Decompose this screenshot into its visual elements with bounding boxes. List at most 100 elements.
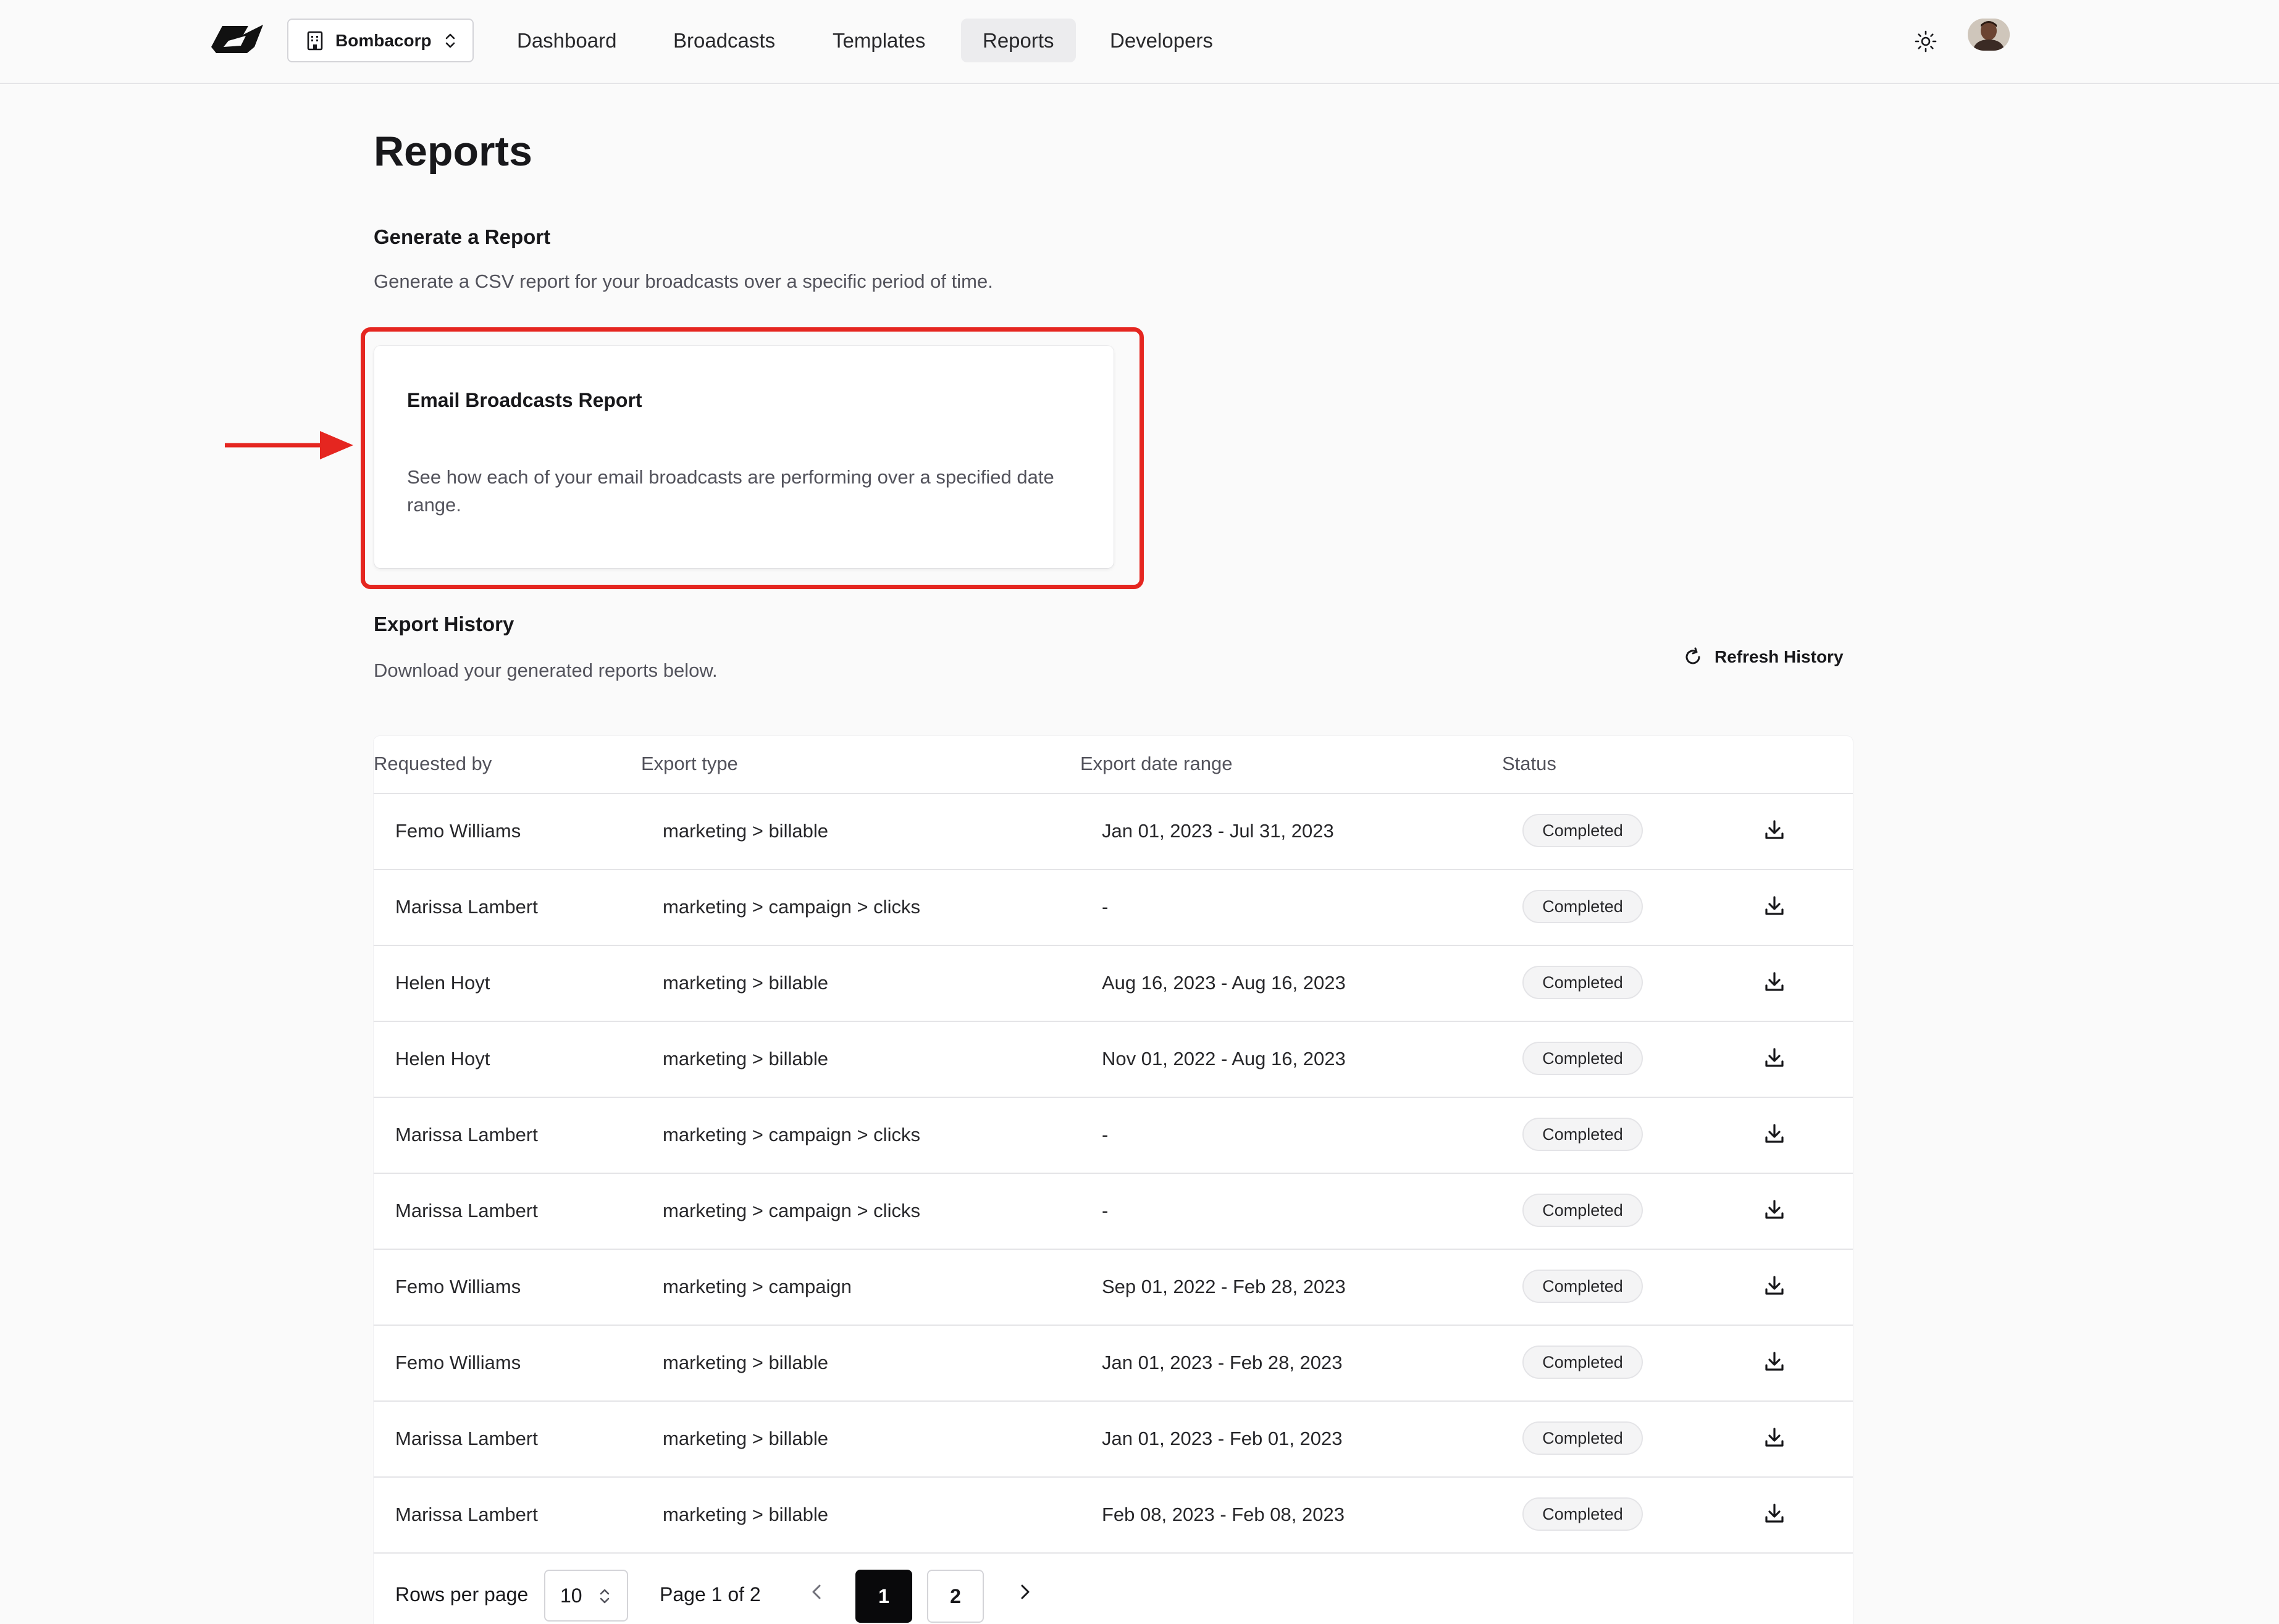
page-title: Reports xyxy=(374,128,532,175)
download-icon[interactable] xyxy=(1761,1196,1788,1223)
cell-export-type: marketing > billable xyxy=(663,1428,828,1449)
status-badge: Completed xyxy=(1522,1042,1643,1075)
sun-icon[interactable] xyxy=(1914,30,1937,53)
page-button-1[interactable]: 1 xyxy=(855,1570,912,1623)
header-requested-by: Requested by xyxy=(374,753,492,774)
status-badge: Completed xyxy=(1522,1270,1643,1303)
cell-export-date-range: - xyxy=(1102,1200,1109,1221)
cell-requested-by: Marissa Lambert xyxy=(395,1200,538,1221)
nav-broadcasts[interactable]: Broadcasts xyxy=(652,19,797,62)
building-icon xyxy=(307,31,323,50)
status-badge: Completed xyxy=(1522,1497,1643,1531)
cell-export-type: marketing > billable xyxy=(663,1504,828,1525)
cell-export-type: marketing > campaign > clicks xyxy=(663,1124,920,1145)
cell-export-date-range: Jan 01, 2023 - Feb 01, 2023 xyxy=(1102,1428,1343,1449)
annotation-highlight-box xyxy=(361,327,1144,589)
chevron-left-icon[interactable] xyxy=(806,1581,828,1603)
generate-report-description: Generate a CSV report for your broadcast… xyxy=(374,270,993,292)
cell-export-date-range: Feb 08, 2023 - Feb 08, 2023 xyxy=(1102,1504,1345,1525)
annotation-arrow xyxy=(225,431,353,459)
download-icon[interactable] xyxy=(1761,1272,1788,1299)
status-badge: Completed xyxy=(1522,966,1643,999)
chevron-right-icon[interactable] xyxy=(1014,1581,1036,1603)
download-icon[interactable] xyxy=(1761,892,1788,919)
table-header: Requested by Export type Export date ran… xyxy=(374,736,1853,794)
cell-requested-by: Helen Hoyt xyxy=(395,1048,490,1069)
header-status: Status xyxy=(1502,753,1556,774)
generate-report-title: Generate a Report xyxy=(374,225,551,248)
table-row: Marissa Lambert marketing > campaign > cl… xyxy=(374,1174,1853,1250)
cell-requested-by: Marissa Lambert xyxy=(395,1124,538,1145)
download-icon[interactable] xyxy=(1761,1120,1788,1147)
table-row: Marissa Lambert marketing > campaign > cl… xyxy=(374,870,1853,946)
cell-export-date-range: Nov 01, 2022 - Aug 16, 2023 xyxy=(1102,1048,1346,1069)
page-button-2[interactable]: 2 xyxy=(927,1570,984,1623)
chevron-updown-icon xyxy=(445,33,455,48)
download-icon[interactable] xyxy=(1761,1348,1788,1375)
cell-export-type: marketing > campaign > clicks xyxy=(663,1200,920,1221)
cell-requested-by: Femo Williams xyxy=(395,820,521,842)
download-icon[interactable] xyxy=(1761,1500,1788,1527)
table-row: Femo Williams marketing > campaign Sep 01,… xyxy=(374,1250,1853,1326)
nav-templates[interactable]: Templates xyxy=(811,19,947,62)
nav-reports[interactable]: Reports xyxy=(961,19,1076,62)
cell-requested-by: Femo Williams xyxy=(395,1276,521,1297)
cell-export-type: marketing > campaign > clicks xyxy=(663,896,920,918)
status-badge: Completed xyxy=(1522,814,1643,847)
refresh-history-label: Refresh History xyxy=(1714,647,1844,666)
table-row: Helen Hoyt marketing > billable Nov 01, 20… xyxy=(374,1022,1853,1098)
cell-export-date-range: - xyxy=(1102,896,1109,918)
cell-export-date-range: Jan 01, 2023 - Jul 31, 2023 xyxy=(1102,820,1334,842)
download-icon[interactable] xyxy=(1761,1044,1788,1071)
status-badge: Completed xyxy=(1522,1346,1643,1379)
status-badge: Completed xyxy=(1522,890,1643,923)
avatar[interactable] xyxy=(1968,19,2010,51)
download-icon[interactable] xyxy=(1761,968,1788,995)
refresh-history-button[interactable]: Refresh History xyxy=(1682,643,1844,671)
table-row: Femo Williams marketing > billable Jan 01,… xyxy=(374,1326,1853,1402)
cell-export-date-range: - xyxy=(1102,1124,1109,1145)
table-row: Marissa Lambert marketing > campaign > cl… xyxy=(374,1098,1853,1174)
chevron-updown-icon xyxy=(600,1589,610,1604)
table-row: Marissa Lambert marketing > billable Jan 0… xyxy=(374,1402,1853,1478)
cell-export-date-range: Aug 16, 2023 - Aug 16, 2023 xyxy=(1102,972,1346,994)
cell-export-type: marketing > billable xyxy=(663,820,828,842)
cell-export-type: marketing > billable xyxy=(663,1048,828,1069)
rows-per-page-select[interactable]: 10 xyxy=(544,1570,628,1622)
cell-requested-by: Helen Hoyt xyxy=(395,972,490,994)
header-export-type: Export type xyxy=(641,753,738,774)
rows-per-page-label: Rows per page xyxy=(395,1583,529,1605)
download-icon[interactable] xyxy=(1761,816,1788,843)
cell-export-date-range: Jan 01, 2023 - Feb 28, 2023 xyxy=(1102,1352,1343,1373)
cell-export-date-range: Sep 01, 2022 - Feb 28, 2023 xyxy=(1102,1276,1346,1297)
table-row: Marissa Lambert marketing > billable Feb 0… xyxy=(374,1478,1853,1554)
org-switcher[interactable]: Bombacorp xyxy=(287,19,474,62)
status-badge: Completed xyxy=(1522,1194,1643,1227)
org-name: Bombacorp xyxy=(335,30,432,50)
status-badge: Completed xyxy=(1522,1421,1643,1455)
table-row: Femo Williams marketing > billable Jan 01,… xyxy=(374,794,1853,870)
cell-requested-by: Marissa Lambert xyxy=(395,1428,538,1449)
nav-dashboard[interactable]: Dashboard xyxy=(495,19,638,62)
download-icon[interactable] xyxy=(1761,1424,1788,1451)
export-history-table: Requested by Export type Export date ran… xyxy=(374,736,1853,1624)
cell-export-type: marketing > billable xyxy=(663,972,828,994)
logo[interactable] xyxy=(211,22,264,57)
nav-developers[interactable]: Developers xyxy=(1088,19,1235,62)
cell-export-type: marketing > billable xyxy=(663,1352,828,1373)
cell-requested-by: Marissa Lambert xyxy=(395,896,538,918)
pagination-bar: Rows per page 10 Page 1 of 2 1 2 xyxy=(374,1557,1853,1624)
page-indicator: Page 1 of 2 xyxy=(660,1583,761,1605)
export-history-description: Download your generated reports below. xyxy=(374,659,718,681)
status-badge: Completed xyxy=(1522,1118,1643,1151)
cell-requested-by: Marissa Lambert xyxy=(395,1504,538,1525)
header-export-date-range: Export date range xyxy=(1080,753,1233,774)
refresh-icon xyxy=(1685,647,1700,664)
export-history-title: Export History xyxy=(374,613,514,635)
rows-per-page-value: 10 xyxy=(560,1584,582,1607)
cell-requested-by: Femo Williams xyxy=(395,1352,521,1373)
avatar-image xyxy=(1968,19,2010,51)
top-navigation-bar: Bombacorp Dashboard Broadcasts Templates… xyxy=(0,0,2279,84)
cell-export-type: marketing > campaign xyxy=(663,1276,852,1297)
table-row: Helen Hoyt marketing > billable Aug 16, 20… xyxy=(374,946,1853,1022)
